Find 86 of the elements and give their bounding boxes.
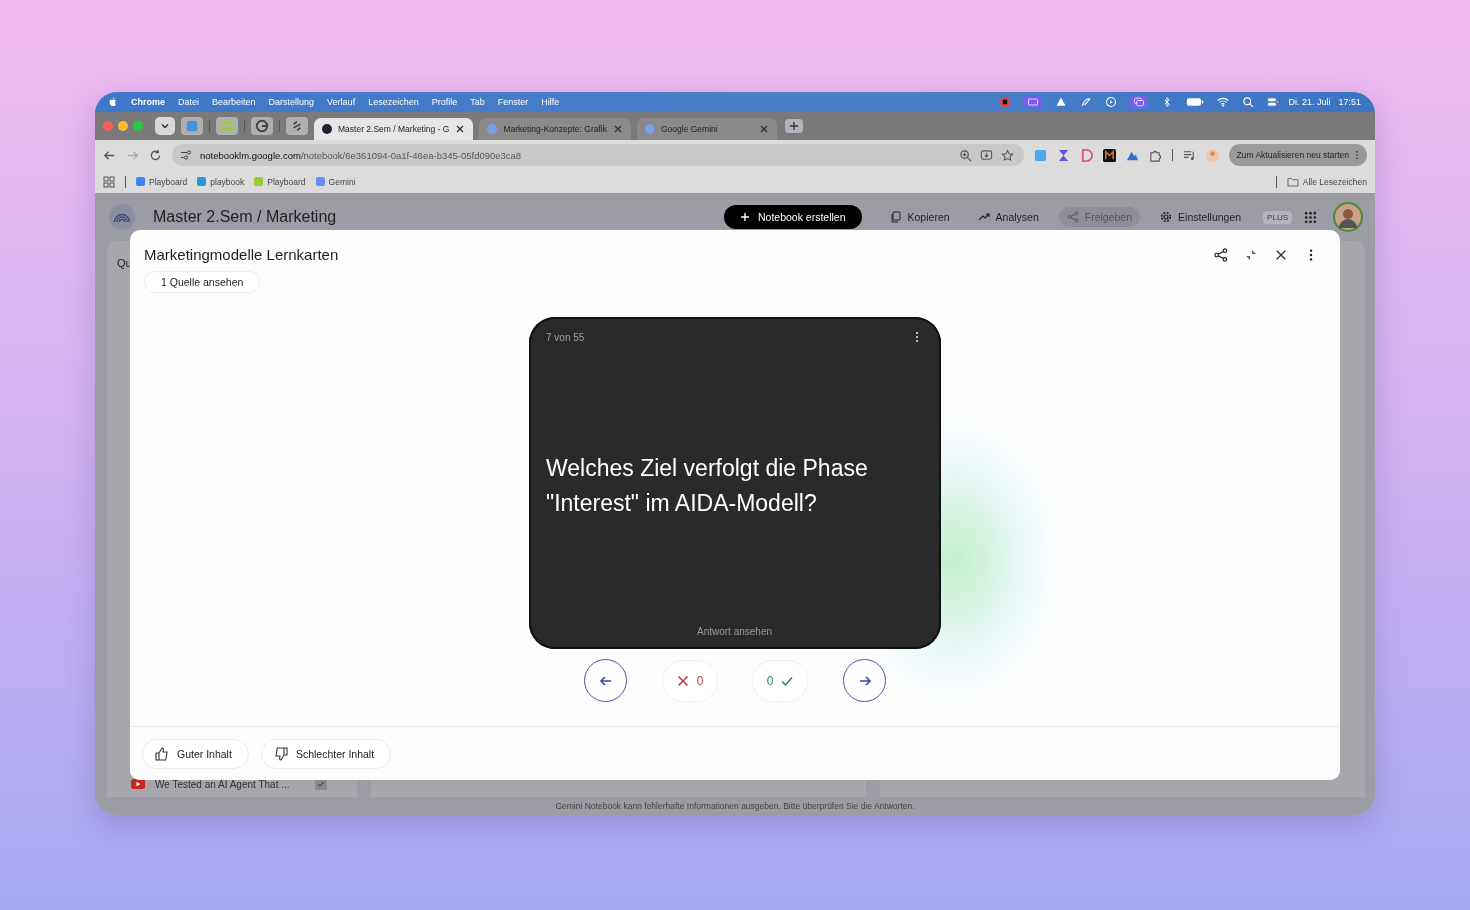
pinned-tab-icon[interactable] (251, 117, 273, 135)
browser-tab[interactable]: Marketing-Konzepte: Grafik (479, 118, 631, 140)
battery-icon[interactable] (1185, 96, 1206, 108)
notebook-title: Master 2.Sem / Marketing (153, 208, 337, 226)
menu-item[interactable]: Lesezeichen (368, 97, 419, 107)
thumbs-down-icon (273, 746, 288, 761)
trend-icon (977, 211, 990, 223)
menu-item[interactable]: Fenster (497, 97, 529, 107)
show-answer-link[interactable]: Antwort ansehen (696, 626, 773, 637)
check-icon (781, 674, 794, 687)
url-text: notebooklm.google.com/notebook/6e361094-0a1f-46ea-b345-05fd090e3ca8 (200, 149, 522, 161)
pinned-tab-icon[interactable] (286, 117, 308, 135)
plan-badge: PLUS (1263, 210, 1292, 224)
windows-icon[interactable] (1129, 96, 1150, 108)
search-icon[interactable] (1241, 96, 1256, 108)
all-bookmarks-link[interactable]: Alle Lesezeichen (1286, 175, 1367, 188)
record-icon[interactable] (998, 96, 1013, 108)
collapse-icon[interactable] (1244, 248, 1258, 262)
play-icon[interactable] (1104, 96, 1119, 108)
new-tab-icon[interactable] (784, 119, 803, 133)
menu-item[interactable]: Verlauf (327, 97, 356, 107)
close-icon[interactable] (455, 124, 466, 134)
feedback-button[interactable]: Schlechter Inhalt (260, 738, 392, 769)
chevron-down-icon (160, 121, 170, 131)
disclaimer-text: Gemini Notebook kann fehlerhafte Informationen ausgeben. Bitte überprüfen Sie die Antworten. (554, 800, 916, 813)
thumbs-up-icon (155, 746, 169, 761)
menu-item[interactable]: Bearbeiten (212, 97, 256, 107)
menu-item[interactable]: Profile (431, 97, 458, 107)
install-icon[interactable] (979, 148, 993, 162)
toolbar-action-button[interactable]: Kopieren (881, 207, 958, 227)
site-settings-icon[interactable] (180, 149, 192, 161)
cross-icon (676, 674, 689, 687)
toolbar-action-button[interactable]: Analysen (969, 207, 1047, 227)
bookmark-item[interactable]: Playboard (254, 176, 306, 187)
reload-icon[interactable] (149, 148, 162, 162)
bookmark-item[interactable]: Playboard (136, 176, 188, 187)
card-question: Welches Ziel verfolgt die Phase "Interest" im AIDA-Modell? (546, 454, 869, 518)
more-icon (1355, 150, 1359, 160)
settings-button[interactable]: Einstellungen (1152, 207, 1250, 227)
tab-search-button[interactable] (155, 117, 175, 135)
right-count-button[interactable]: 0 (753, 660, 807, 701)
folder-icon (1286, 175, 1299, 188)
create-notebook-button[interactable]: Notebook erstellen (723, 205, 862, 229)
settings-icon (1160, 211, 1173, 223)
bookmark-item[interactable]: playbook (197, 176, 245, 187)
feedback-button[interactable]: Guter Inhalt (142, 738, 249, 769)
apps-grid-icon[interactable] (1304, 210, 1317, 224)
apps-grid-icon[interactable] (103, 175, 115, 188)
window-controls[interactable] (103, 121, 143, 131)
apple-icon[interactable] (107, 96, 119, 108)
extension-icon[interactable] (1102, 148, 1116, 162)
menu-item[interactable]: Datei (178, 97, 200, 107)
wifi-icon[interactable] (1216, 96, 1231, 108)
zoom-icon[interactable] (958, 148, 972, 162)
address-bar[interactable]: notebooklm.google.com/notebook/6e361094-0a1f-46ea-b345-05fd090e3ca8 (172, 144, 1024, 166)
menubar-time: 17:51 (1338, 97, 1361, 107)
logo-icon[interactable] (109, 204, 135, 230)
plus-icon (739, 212, 750, 222)
card-counter: 7 von 55 (546, 331, 585, 343)
app-menu[interactable]: Chrome (131, 97, 165, 107)
star-icon[interactable] (1000, 148, 1014, 162)
view-source-button[interactable]: 1 Quelle ansehen (144, 271, 261, 293)
menu-item[interactable]: Tab (470, 97, 485, 107)
control-center-icon[interactable] (1266, 96, 1281, 108)
arrow-right-icon (857, 673, 872, 688)
account-avatar[interactable] (1333, 202, 1363, 232)
menu-item[interactable]: Darstellung (268, 97, 315, 107)
media-icon[interactable] (1182, 148, 1196, 162)
update-button[interactable]: Zum Aktualisieren neu starten (1228, 144, 1367, 166)
dialog-title: Marketingmodelle Lernkarten (144, 246, 339, 263)
screen-icon[interactable] (1023, 96, 1044, 108)
menubar-date: Di. 21. Juli (1288, 97, 1331, 107)
share-icon[interactable] (1214, 248, 1228, 262)
browser-tab[interactable]: Google Gemini (636, 118, 777, 140)
puzzle-icon[interactable] (1148, 148, 1162, 162)
hourglass-icon[interactable] (1056, 148, 1070, 162)
share-icon (1066, 211, 1079, 223)
bookmark-item[interactable]: Gemini (315, 176, 356, 187)
wrong-count-button[interactable]: 0 (663, 660, 717, 701)
copy-icon (889, 211, 902, 223)
close-icon[interactable] (1274, 248, 1288, 262)
menu-item[interactable]: Hilfe (541, 97, 560, 107)
flashcard[interactable]: 7 von 55 Welches Ziel verfolgt die Phase "Interest" im AIDA-Modell? Antwort ansehen (529, 317, 941, 649)
arrow-left-icon (598, 673, 613, 688)
source-item[interactable]: We Tested an AI Agent That ... (155, 778, 305, 790)
browser-tab[interactable]: Master 2.Sem / Marketing - G (314, 118, 474, 140)
